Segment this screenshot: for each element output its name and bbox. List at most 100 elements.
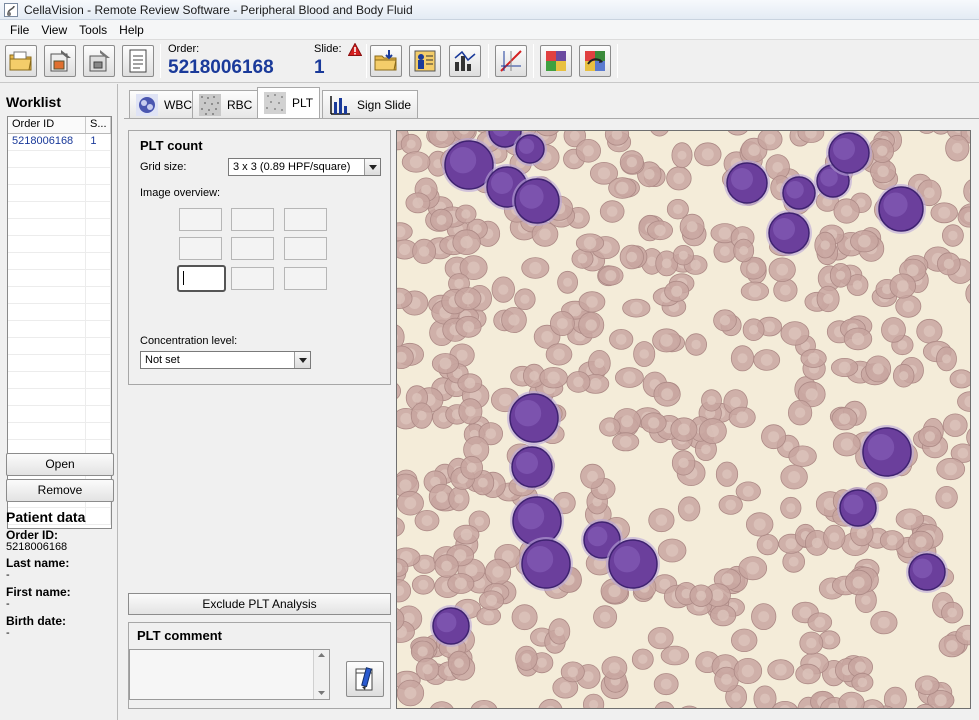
slide-label: Slide: bbox=[314, 43, 342, 55]
sign-slide-chart-icon bbox=[330, 95, 350, 115]
color-swap-button[interactable] bbox=[579, 45, 611, 77]
empty-table-row bbox=[8, 338, 111, 355]
overview-grid-cell[interactable] bbox=[284, 237, 327, 260]
text-cursor bbox=[183, 271, 184, 285]
left-panel: Worklist Order ID S... 5218006168 1 Open… bbox=[0, 84, 118, 720]
grid-size-select[interactable]: 3 x 3 (0.89 HPF/square) bbox=[228, 158, 381, 176]
chevron-down-icon[interactable] bbox=[364, 159, 380, 175]
calibrate-button[interactable] bbox=[495, 45, 527, 77]
plt-comment-title: PLT comment bbox=[137, 628, 222, 643]
overview-grid-cell-selected[interactable] bbox=[177, 265, 226, 292]
empty-table-row bbox=[8, 304, 111, 321]
patient-field-value: - bbox=[6, 598, 10, 610]
main-area: WBC RBC PLT Sign Slide PLT count Grid si… bbox=[119, 84, 979, 720]
report-icon bbox=[129, 49, 147, 73]
order-value: 5218006168 bbox=[168, 57, 274, 78]
import-folder-button[interactable] bbox=[370, 45, 402, 77]
overview-grid-cell[interactable] bbox=[179, 208, 222, 231]
patient-field-label: Last name: bbox=[6, 556, 70, 570]
color-swap-icon bbox=[585, 51, 605, 71]
scroll-up-icon[interactable] bbox=[318, 653, 325, 657]
column-header-order-id[interactable]: Order ID bbox=[8, 117, 86, 133]
statistics-button[interactable] bbox=[449, 45, 481, 77]
empty-table-row bbox=[8, 236, 111, 253]
plt-pattern-icon bbox=[264, 92, 286, 114]
blood-smear-image[interactable] bbox=[396, 130, 971, 709]
overview-grid-cell[interactable] bbox=[179, 237, 222, 260]
row-order-id: 5218006168 bbox=[8, 134, 87, 150]
exclude-plt-analysis-button[interactable]: Exclude PLT Analysis bbox=[128, 593, 391, 615]
patient-field-label: Birth date: bbox=[6, 614, 66, 628]
tab-sign-slide[interactable]: Sign Slide bbox=[322, 90, 419, 118]
order-label: Order: bbox=[168, 43, 200, 55]
title-bar: CellaVision - Remote Review Software - P… bbox=[0, 0, 979, 20]
patient-field-label: Order ID: bbox=[6, 528, 59, 542]
empty-table-row bbox=[8, 202, 111, 219]
worklist-title: Worklist bbox=[6, 94, 61, 110]
toolbar-separator bbox=[488, 44, 489, 78]
plt-comment-textarea[interactable] bbox=[129, 649, 330, 700]
grid-size-value: 3 x 3 (0.89 HPF/square) bbox=[233, 161, 351, 173]
menu-tools[interactable]: Tools bbox=[73, 23, 113, 37]
scroll-down-icon[interactable] bbox=[318, 691, 325, 695]
print-button[interactable] bbox=[83, 45, 115, 77]
patient-info-icon bbox=[414, 50, 436, 72]
open-folder-icon bbox=[9, 51, 32, 71]
blood-smear-svg bbox=[397, 131, 970, 708]
tab-wbc[interactable]: WBC bbox=[129, 90, 199, 118]
remove-button[interactable]: Remove bbox=[6, 479, 114, 502]
tab-divider bbox=[124, 118, 979, 119]
menu-help[interactable]: Help bbox=[113, 23, 150, 37]
edit-comment-button[interactable] bbox=[346, 661, 384, 697]
table-row[interactable]: 5218006168 1 bbox=[8, 134, 111, 151]
color-grid-button[interactable] bbox=[540, 45, 572, 77]
toolbar-separator bbox=[617, 44, 618, 78]
rbc-pattern-icon bbox=[199, 93, 221, 116]
tab-plt[interactable]: PLT bbox=[257, 87, 321, 118]
slide-value: 1 bbox=[314, 57, 325, 78]
empty-table-row bbox=[8, 253, 111, 270]
chevron-down-icon[interactable] bbox=[294, 352, 310, 368]
empty-table-row bbox=[8, 423, 111, 440]
toolbar-separator bbox=[160, 44, 161, 78]
cellavision-app-icon bbox=[4, 2, 18, 17]
save-slide-button[interactable] bbox=[44, 45, 76, 77]
tab-rbc[interactable]: RBC bbox=[192, 90, 260, 118]
tab-label: PLT bbox=[292, 96, 314, 110]
grid-size-label: Grid size: bbox=[140, 161, 187, 173]
open-button[interactable]: Open bbox=[6, 453, 114, 476]
comment-scrollbar[interactable] bbox=[313, 650, 329, 699]
empty-table-row bbox=[8, 389, 111, 406]
patient-info-button[interactable] bbox=[409, 45, 441, 77]
toolbar-separator bbox=[366, 44, 367, 78]
plt-count-panel: PLT count Grid size: 3 x 3 (0.89 HPF/squ… bbox=[128, 130, 391, 385]
image-overview-label: Image overview: bbox=[140, 187, 221, 199]
overview-grid-cell[interactable] bbox=[231, 237, 274, 260]
empty-table-row bbox=[8, 372, 111, 389]
overview-grid-cell[interactable] bbox=[284, 267, 327, 290]
warning-icon[interactable] bbox=[348, 43, 362, 56]
overview-grid-cell[interactable] bbox=[231, 208, 274, 231]
empty-table-row bbox=[8, 270, 111, 287]
patient-field-value: - bbox=[6, 569, 10, 581]
empty-table-row bbox=[8, 355, 111, 372]
save-slide-icon bbox=[50, 50, 71, 72]
concentration-level-select[interactable]: Not set bbox=[140, 351, 311, 369]
empty-table-row bbox=[8, 185, 111, 202]
empty-table-row bbox=[8, 168, 111, 185]
menu-bar: File View Tools Help bbox=[0, 20, 979, 40]
color-grid-icon bbox=[546, 51, 566, 71]
column-header-slide[interactable]: S... bbox=[86, 117, 111, 133]
patient-field-value: 5218006168 bbox=[6, 541, 68, 553]
menu-view[interactable]: View bbox=[35, 23, 73, 37]
statistics-icon bbox=[454, 50, 476, 71]
open-folder-button[interactable] bbox=[5, 45, 37, 77]
toolbar: Order: 5218006168 Slide: 1 bbox=[0, 40, 979, 83]
report-button[interactable] bbox=[122, 45, 154, 77]
menu-file[interactable]: File bbox=[4, 23, 35, 37]
overview-grid-cell[interactable] bbox=[231, 267, 274, 290]
toolbar-separator bbox=[533, 44, 534, 78]
overview-grid-cell[interactable] bbox=[284, 208, 327, 231]
empty-table-row bbox=[8, 287, 111, 304]
patient-data-title: Patient data bbox=[6, 509, 86, 525]
